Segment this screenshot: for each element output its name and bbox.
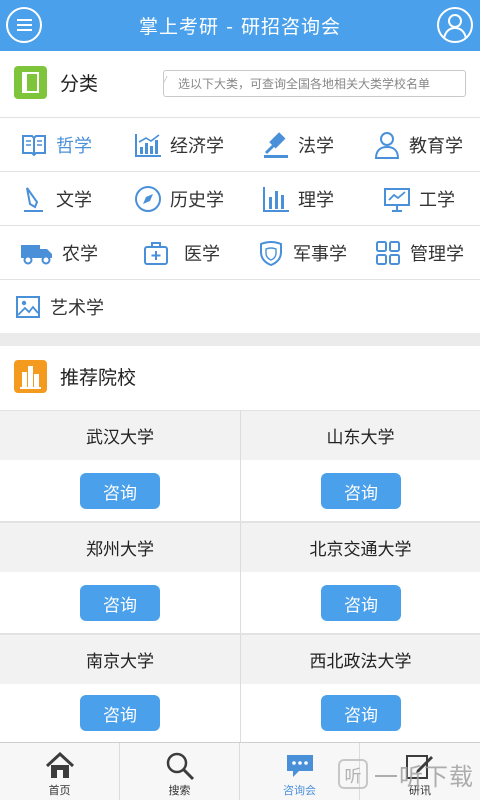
school-card: 南京大学 咨询 [0, 634, 240, 746]
tab-home[interactable]: 首页 [0, 743, 120, 800]
tab-label: 咨询会 [283, 784, 316, 797]
category-label: 经济学 [170, 136, 224, 157]
category-label: 文学 [56, 190, 92, 211]
user-icon[interactable] [437, 7, 473, 43]
category-label: 军事学 [293, 244, 347, 265]
category-item-medicine[interactable]: 医学 [142, 226, 220, 280]
gavel-icon [262, 131, 290, 159]
consult-button[interactable]: 咨询 [80, 473, 160, 509]
category-item-agriculture[interactable]: 农学 [20, 226, 98, 280]
person-icon [373, 131, 401, 159]
app-screen: 掌上考研 - 研招咨询会 分类 选以下大类，可查询全国各地相关大类学校名单 哲学… [0, 0, 480, 800]
category-item-history[interactable]: 历史学 [134, 172, 224, 226]
category-item-science[interactable]: 理学 [262, 172, 334, 226]
category-item-management[interactable]: 管理学 [374, 226, 464, 280]
category-label: 教育学 [409, 136, 463, 157]
category-item-engineering[interactable]: 工学 [383, 172, 455, 226]
category-row: 农学 医学 军事学 管理学 [0, 226, 480, 280]
school-name[interactable]: 南京大学 [0, 634, 240, 684]
category-label: 理学 [298, 190, 334, 211]
category-row: 文学 历史学 理学 工学 [0, 172, 480, 226]
category-item-military[interactable]: 军事学 [257, 226, 347, 280]
school-card: 武汉大学 咨询 [0, 410, 240, 521]
category-label: 管理学 [410, 244, 464, 265]
category-section-icon [14, 66, 47, 99]
picture-icon [14, 293, 42, 321]
consult-button[interactable]: 咨询 [80, 695, 160, 731]
consult-button[interactable]: 咨询 [80, 585, 160, 621]
school-list: 武汉大学 咨询 山东大学 咨询 郑州大学 咨询 北京交通大学 咨询 南京大学 咨… [0, 410, 480, 746]
consult-button[interactable]: 咨询 [321, 695, 401, 731]
category-grid: 哲学 经济学 法学 教育学 文学 历史学 理学 工学 农学 医学 军事学 管理学… [0, 118, 480, 334]
category-row: 哲学 经济学 法学 教育学 [0, 118, 480, 172]
consult-button[interactable]: 咨询 [321, 473, 401, 509]
grid-icon [374, 239, 402, 267]
category-label: 工学 [419, 190, 455, 211]
category-row: 艺术学 [0, 280, 480, 334]
category-item-law[interactable]: 法学 [262, 118, 334, 172]
home-icon [45, 751, 75, 781]
tab-label: 研讯 [409, 784, 431, 797]
category-label: 艺术学 [50, 298, 104, 319]
shield-icon [257, 239, 285, 267]
school-card: 郑州大学 咨询 [0, 522, 240, 633]
monitor-chart-icon [383, 185, 411, 213]
page-title: 掌上考研 - 研招咨询会 [139, 16, 341, 38]
school-card: 西北政法大学 咨询 [240, 634, 480, 746]
category-item-economics[interactable]: 经济学 [134, 118, 224, 172]
building-icon [14, 360, 47, 393]
school-name[interactable]: 北京交通大学 [241, 522, 480, 572]
category-label: 历史学 [170, 190, 224, 211]
school-card: 山东大学 咨询 [240, 410, 480, 521]
bottom-tab-bar: 首页 搜索 咨询会 研讯 [0, 742, 480, 800]
school-row: 武汉大学 咨询 山东大学 咨询 [0, 410, 480, 522]
school-row: 郑州大学 咨询 北京交通大学 咨询 [0, 522, 480, 634]
compass-icon [134, 185, 162, 213]
truck-icon [20, 239, 54, 267]
category-label: 法学 [298, 136, 334, 157]
recommended-section-title: 推荐院校 [60, 366, 137, 389]
school-name[interactable]: 西北政法大学 [241, 634, 480, 684]
lab-bars-icon [262, 185, 290, 213]
category-section-title: 分类 [60, 72, 99, 95]
medical-kit-icon [142, 239, 170, 267]
tab-label: 搜索 [168, 784, 191, 797]
category-label: 农学 [62, 244, 98, 265]
category-hint: 选以下大类，可查询全国各地相关大类学校名单 [163, 70, 466, 97]
chat-icon [285, 751, 315, 781]
school-name[interactable]: 郑州大学 [0, 522, 240, 572]
edit-icon [405, 751, 435, 781]
category-item-literature[interactable]: 文学 [20, 172, 92, 226]
pencil-icon [20, 185, 48, 213]
school-name[interactable]: 山东大学 [241, 410, 480, 460]
tab-consultation[interactable]: 咨询会 [240, 743, 360, 800]
recommended-section-header: 推荐院校 [0, 346, 480, 406]
menu-icon[interactable] [6, 7, 42, 43]
category-label: 医学 [184, 244, 220, 265]
category-item-philosophy[interactable]: 哲学 [20, 118, 92, 172]
tab-news[interactable]: 研讯 [360, 743, 480, 800]
book-icon [20, 131, 48, 159]
search-icon [165, 751, 195, 781]
tab-search[interactable]: 搜索 [120, 743, 240, 800]
category-item-art[interactable]: 艺术学 [14, 280, 104, 334]
school-card: 北京交通大学 咨询 [240, 522, 480, 633]
school-row: 南京大学 咨询 西北政法大学 咨询 [0, 634, 480, 746]
tab-label: 首页 [48, 784, 71, 797]
category-item-education[interactable]: 教育学 [373, 118, 463, 172]
category-label: 哲学 [56, 136, 92, 157]
bar-chart-icon [134, 131, 162, 159]
section-separator [0, 333, 480, 346]
top-bar: 掌上考研 - 研招咨询会 [0, 0, 480, 51]
school-name[interactable]: 武汉大学 [0, 410, 240, 460]
consult-button[interactable]: 咨询 [321, 585, 401, 621]
